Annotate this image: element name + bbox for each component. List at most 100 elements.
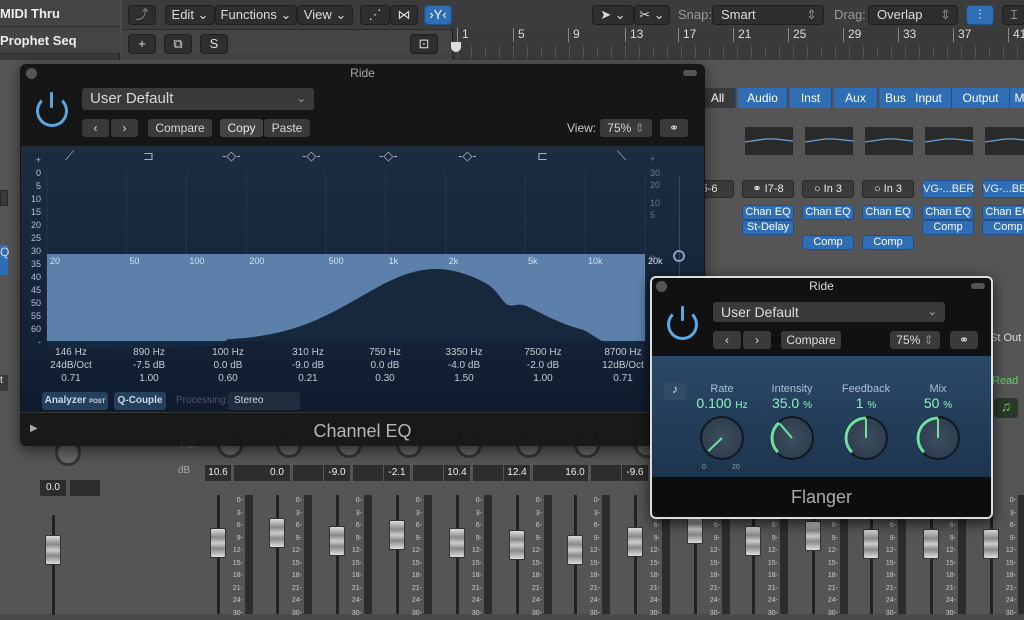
analyzer-button[interactable]: Analyzer POST [42, 392, 108, 410]
band-parameters[interactable]: 146 Hz24dB/Oct0.71 [41, 346, 101, 385]
band-parameters[interactable]: 8700 Hz12dB/Oct0.71 [593, 346, 653, 385]
eq-thumbnail[interactable] [985, 127, 1024, 155]
link-button[interactable]: ⚭ [660, 119, 688, 137]
band-gain[interactable]: 12dB/Oct [593, 359, 653, 372]
band-q[interactable]: 1.00 [513, 372, 573, 385]
band-parameters[interactable]: 310 Hz-9.0 dB0.21 [278, 346, 338, 385]
input-slot[interactable]: ○ In 3 [802, 180, 854, 198]
eq-graph[interactable]: +051015202530354045505560-+3020105020501… [21, 146, 704, 412]
param-value[interactable]: 0.100 Hz [682, 395, 762, 411]
plugin-slot-chan-eq[interactable]: Chan EQ [862, 205, 914, 220]
next-preset-button[interactable]: › [111, 119, 138, 137]
track-name[interactable]: MIDI Thru [0, 0, 120, 27]
band-high-shelf-icon[interactable]: ⊏ [537, 148, 548, 164]
eq-thumbnail[interactable] [925, 127, 973, 155]
knob-intensity[interactable] [770, 416, 814, 460]
filter-button[interactable]: ›Y‹ [424, 5, 452, 25]
left-output-slot[interactable]: t [0, 375, 8, 391]
param-value[interactable]: 50 % [898, 395, 978, 411]
output-slot[interactable]: St Out [990, 332, 1024, 344]
band-q[interactable]: 0.21 [278, 372, 338, 385]
band-parameters[interactable]: 3350 Hz-4.0 dB1.50 [434, 346, 494, 385]
band-frequency[interactable]: 100 Hz [198, 346, 258, 359]
pointer-tool[interactable]: ➤ ⌄ [592, 5, 634, 25]
q-couple-button[interactable]: Q-Couple [114, 392, 166, 410]
volume-fader[interactable] [567, 535, 583, 565]
paste-button[interactable]: Paste [264, 119, 310, 137]
link-button[interactable]: ⚭ [950, 331, 978, 349]
eq-thumbnail[interactable] [805, 127, 853, 155]
band-bell-icon[interactable]: -◇- [379, 148, 398, 164]
volume-fader[interactable] [329, 526, 345, 556]
band-q[interactable]: 1.50 [434, 372, 494, 385]
band-gain[interactable]: -4.0 dB [434, 359, 494, 372]
prev-preset-button[interactable]: ‹ [713, 331, 741, 349]
band-bell-icon[interactable]: -◇- [222, 148, 241, 164]
band-high-cut-icon[interactable]: ⟍ [617, 148, 626, 164]
volume-fader[interactable] [45, 535, 61, 565]
band-frequency[interactable]: 7500 Hz [513, 346, 573, 359]
plugin-slot-chan-eq[interactable]: Chan EQ [742, 205, 794, 220]
playhead[interactable] [451, 42, 461, 52]
band-parameters[interactable]: 7500 Hz-2.0 dB1.00 [513, 346, 573, 385]
plugin-slot-comp[interactable]: Comp [802, 235, 854, 250]
midi-note-icon[interactable]: ♫ [994, 398, 1018, 418]
band-q[interactable]: 1.00 [119, 372, 179, 385]
drag-select[interactable]: Overlap⇕ [868, 5, 958, 25]
next-preset-button[interactable]: › [743, 331, 771, 349]
automation-mode[interactable]: Read [992, 375, 1024, 387]
window-pill-button[interactable] [971, 283, 985, 289]
volume-fader[interactable] [210, 528, 226, 558]
volume-fader[interactable] [389, 520, 405, 550]
volume-fader[interactable] [745, 526, 761, 556]
input-slot[interactable]: ⚭ I7-8 [742, 180, 794, 198]
band-frequency[interactable]: 750 Hz [355, 346, 415, 359]
eq-thumbnail[interactable] [745, 127, 793, 155]
plugin-slot-st-delay[interactable]: St-Delay [742, 220, 794, 235]
band-bell-icon[interactable]: -◇- [302, 148, 321, 164]
knob-rate[interactable] [700, 416, 744, 460]
view-size-select[interactable]: 75% ⇕ [600, 119, 652, 137]
automation-button[interactable]: ⋰ [360, 5, 390, 25]
copy-button[interactable]: Copy [220, 119, 263, 137]
global-s-button[interactable]: S [200, 34, 228, 54]
plugin-slot-chan-eq[interactable]: Chan EQ [922, 205, 974, 220]
band-q[interactable]: 0.71 [41, 372, 101, 385]
plugin-slot-comp[interactable]: Comp [862, 235, 914, 250]
add-track-button[interactable]: + [128, 34, 156, 54]
duplicate-track-button[interactable]: ⧉ [164, 34, 192, 54]
gain-slider-handle[interactable] [673, 250, 685, 262]
band-gain[interactable]: -9.0 dB [278, 359, 338, 372]
scissors-tool[interactable]: ✂ ⌄ [634, 5, 670, 25]
volume-fader[interactable] [805, 521, 821, 551]
band-parameters[interactable]: 890 Hz-7.5 dB1.00 [119, 346, 179, 385]
param-value[interactable]: 35.0 % [752, 395, 832, 411]
band-frequency[interactable]: 890 Hz [119, 346, 179, 359]
band-frequency[interactable]: 3350 Hz [434, 346, 494, 359]
plugin-slot-comp[interactable]: Comp [922, 220, 974, 235]
volume-fader[interactable] [627, 527, 643, 557]
volume-fader[interactable] [269, 518, 285, 548]
collapse-button[interactable]: ⊡ [410, 34, 438, 54]
band-low-cut-icon[interactable]: ⟋ [65, 148, 74, 164]
volume-fader[interactable] [983, 529, 999, 559]
knob-feedback[interactable] [844, 416, 888, 460]
input-slot[interactable]: ○ In 3 [862, 180, 914, 198]
processing-select[interactable]: Stereo [228, 392, 300, 410]
band-gain[interactable]: 0.0 dB [355, 359, 415, 372]
functions-menu[interactable]: Functions ⌄ [215, 5, 297, 25]
volume-fader[interactable] [923, 529, 939, 559]
power-icon[interactable] [666, 306, 700, 340]
knob-mix[interactable] [916, 416, 960, 460]
band-frequency[interactable]: 310 Hz [278, 346, 338, 359]
view-menu[interactable]: View ⌄ [297, 5, 353, 25]
plugin-slot-chan-eq[interactable]: Chan EQ [802, 205, 854, 220]
track-name[interactable]: Prophet Seq [0, 27, 120, 54]
band-low-shelf-icon[interactable]: ⊐ [143, 148, 154, 164]
left-plugin-slot[interactable]: Q [0, 245, 8, 275]
band-gain[interactable]: -2.0 dB [513, 359, 573, 372]
waveform-zoom-button[interactable]: ⫶ [966, 5, 994, 25]
band-gain[interactable]: -7.5 dB [119, 359, 179, 372]
volume-fader[interactable] [449, 528, 465, 558]
timeline-ruler[interactable]: 1591317212529333741 [452, 28, 1024, 60]
